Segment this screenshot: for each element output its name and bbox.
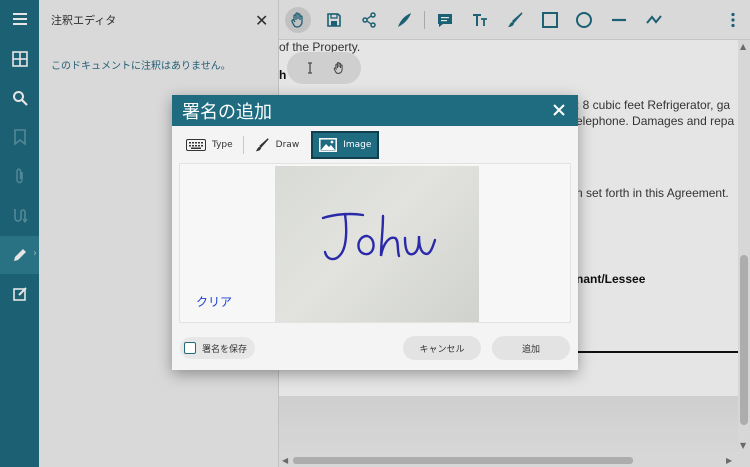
brush-icon xyxy=(255,138,269,152)
signature-tabs: Type Draw Image xyxy=(180,130,380,160)
tab-image[interactable]: Image xyxy=(311,131,380,159)
tab-draw-label: Draw xyxy=(275,140,300,150)
dialog-title: 署名の追加 xyxy=(172,95,578,126)
dialog-close-button[interactable] xyxy=(550,101,568,119)
image-icon xyxy=(319,138,338,152)
save-signature-label: 署名を保存 xyxy=(202,344,248,355)
tab-draw[interactable]: Draw xyxy=(248,131,306,159)
add-signature-dialog: 署名の追加 Type Draw Image クリア 署名を保存 キャンセル 追加 xyxy=(172,95,578,370)
signature-image xyxy=(275,166,479,322)
tab-type[interactable]: Type xyxy=(180,131,239,159)
tab-type-label: Type xyxy=(212,140,233,150)
cancel-button[interactable]: キャンセル xyxy=(403,336,481,360)
save-signature-toggle[interactable]: 署名を保存 xyxy=(180,337,256,359)
clear-link[interactable]: クリア xyxy=(196,293,232,310)
signature-canvas[interactable]: クリア xyxy=(179,163,571,323)
tab-separator xyxy=(242,136,244,154)
tab-image-label: Image xyxy=(343,140,372,150)
handwritten-signature xyxy=(321,212,437,261)
close-icon xyxy=(553,104,565,116)
save-signature-checkbox[interactable] xyxy=(184,342,196,354)
keyboard-icon xyxy=(186,139,206,151)
add-button[interactable]: 追加 xyxy=(492,336,570,360)
